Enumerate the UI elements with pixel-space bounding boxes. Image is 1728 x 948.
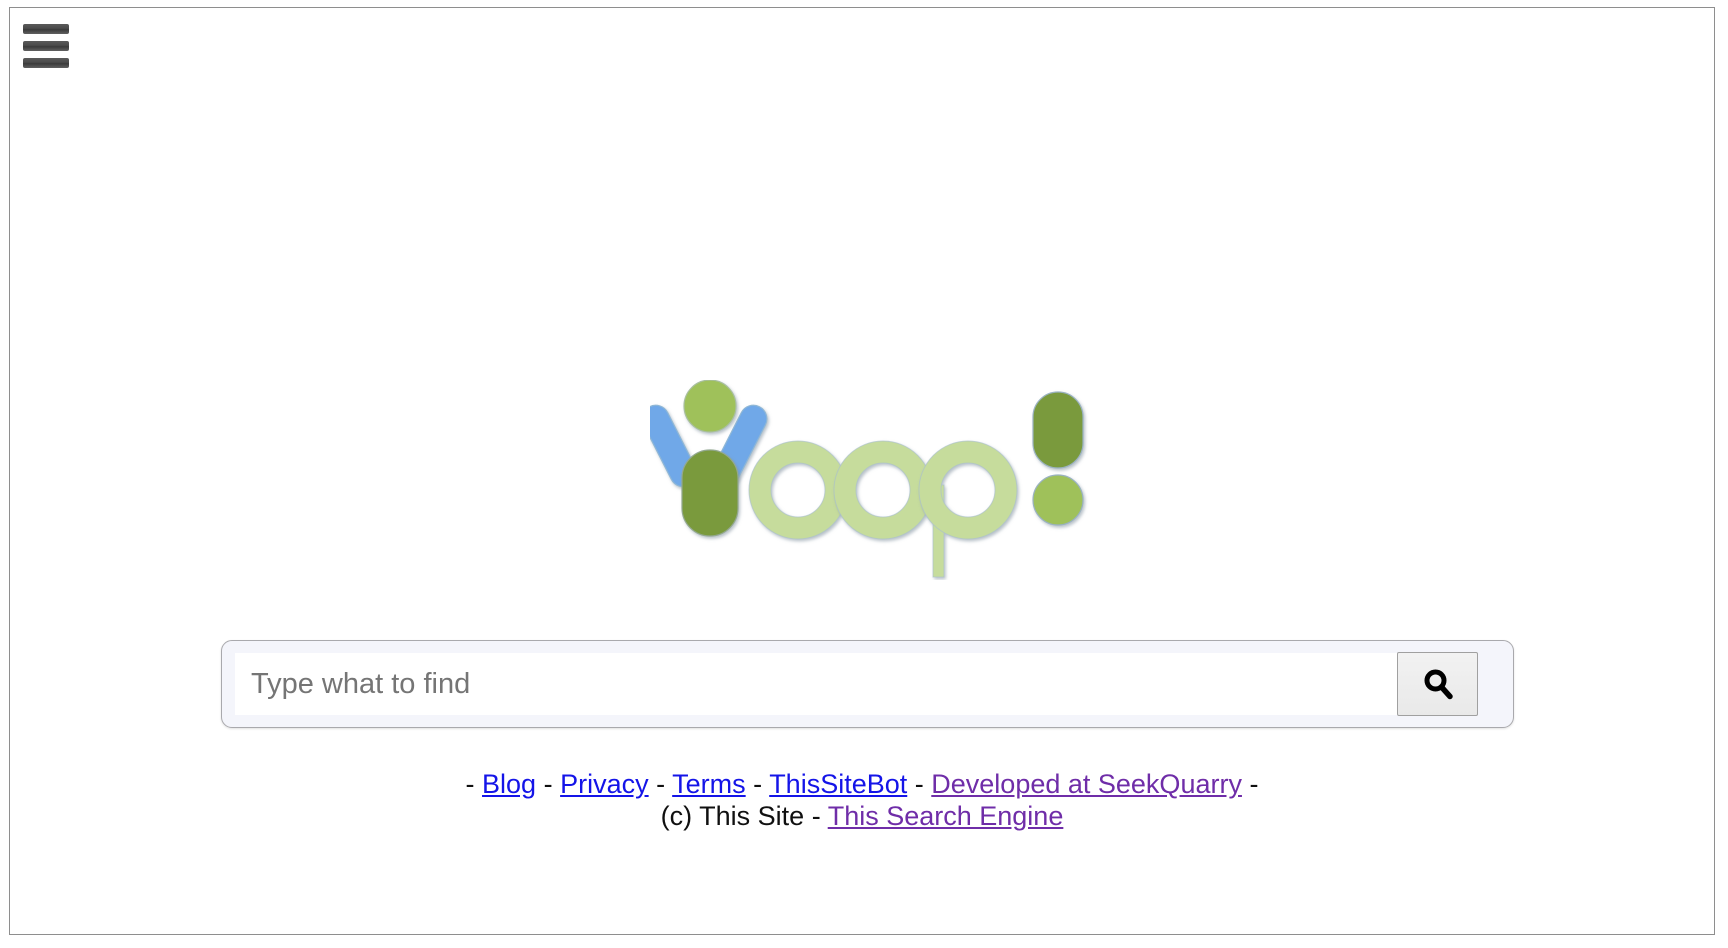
logo-exclamation-stem <box>1032 391 1084 469</box>
hamburger-menu-icon[interactable] <box>23 24 71 72</box>
footer-separator: - <box>811 800 821 831</box>
footer-link-developed-at-seekquarry[interactable]: Developed at SeekQuarry <box>931 769 1242 799</box>
logo-exclamation-dot <box>1032 474 1084 526</box>
logo-figure-head <box>683 380 737 433</box>
footer-link-blog[interactable]: Blog <box>482 769 536 799</box>
logo-letter-o-1 <box>748 440 848 540</box>
hamburger-bar <box>23 24 69 34</box>
logo-letter-p <box>918 440 1018 578</box>
footer-links-line: - Blog - Privacy - Terms - ThisSiteBot -… <box>10 770 1714 799</box>
footer-link-thissitebot[interactable]: ThisSiteBot <box>769 769 907 799</box>
footer-prefix-dash: - <box>465 769 475 799</box>
footer-copyright-text: (c) This Site <box>660 800 805 831</box>
search-button[interactable] <box>1397 652 1478 716</box>
footer-separator: - <box>753 769 763 799</box>
logo-figure-body <box>681 449 739 537</box>
page-frame: - Blog - Privacy - Terms - ThisSiteBot -… <box>9 7 1715 935</box>
footer-suffix-dash: - <box>1249 769 1259 799</box>
search-bar <box>221 640 1514 728</box>
footer-link-privacy[interactable]: Privacy <box>560 769 649 799</box>
site-logo[interactable] <box>650 380 1090 580</box>
footer-separator: - <box>543 769 553 799</box>
footer-link-terms[interactable]: Terms <box>672 769 746 799</box>
footer: - Blog - Privacy - Terms - ThisSiteBot -… <box>10 770 1714 830</box>
hamburger-bar <box>23 41 69 51</box>
footer-separator: - <box>656 769 666 799</box>
footer-separator: - <box>914 769 924 799</box>
search-icon <box>1420 666 1456 702</box>
footer-link-this-search-engine[interactable]: This Search Engine <box>828 801 1064 831</box>
hamburger-bar <box>23 58 69 68</box>
search-input[interactable] <box>235 653 1397 715</box>
logo-letter-o-2 <box>833 440 933 540</box>
footer-copyright-line: (c) This Site - This Search Engine <box>10 800 1714 831</box>
